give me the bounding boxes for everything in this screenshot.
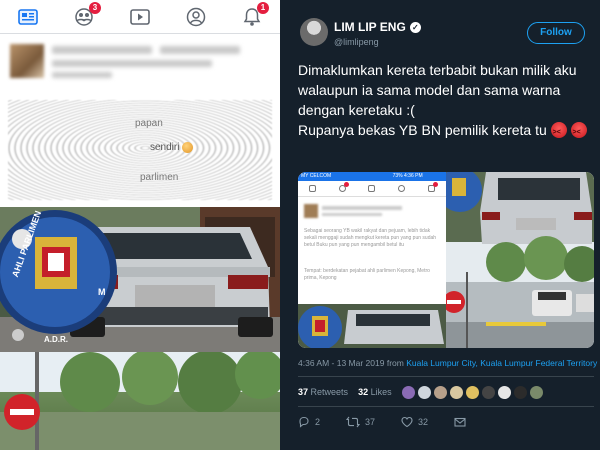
mini-bell-icon (427, 182, 438, 192)
mini-friends-icon (338, 182, 349, 192)
blurred-name (52, 46, 152, 54)
tweet-actions: 2 37 32 (298, 416, 498, 428)
mini-meta (322, 213, 382, 216)
tweet-text-line1: Dimaklumkan kereta terbabit bukan milik … (298, 62, 577, 118)
mini-avatar (304, 204, 318, 218)
author-avatar[interactable] (300, 18, 328, 46)
blurred-meta (52, 60, 212, 67)
mini-nav-bar (298, 181, 446, 197)
tweet-timestamp: 4:36 AM - 13 Mar 2019 from Kuala Lumpur … (298, 358, 598, 368)
angry-face-emoji-icon-2 (570, 122, 587, 143)
tweet-card: LIM LIP ENG ✓ @limlipeng Follow Dimaklumk… (280, 0, 600, 450)
liker-avatar[interactable] (497, 386, 511, 399)
news-feed-icon[interactable] (15, 4, 41, 30)
mini-watch-icon (368, 185, 376, 192)
facebook-screenshot: 3 1 papan sendiri parlimen AHLI PARLIMEN… (0, 0, 280, 450)
author-handle[interactable]: @limlipeng (334, 37, 379, 47)
mini-name (322, 206, 402, 210)
notifications-badge: 1 (257, 1, 269, 14)
mini-status-bar: MY CELCOM 73% 4:36 PM (298, 172, 446, 181)
liker-avatars (401, 386, 546, 399)
direct-message-button[interactable] (454, 416, 466, 428)
tweet-text-line2: Rupanya bekas YB BN pemilik kereta tu (298, 122, 547, 138)
media-phone-screenshot: MY CELCOM 73% 4:36 PM Sebagai seorang YB… (298, 172, 446, 348)
liker-avatar[interactable] (449, 386, 463, 399)
emoji-icon (182, 142, 194, 153)
obscured-post-text (8, 100, 272, 200)
blurred-name-2 (160, 46, 240, 54)
liker-avatar[interactable] (433, 386, 447, 399)
post-header (0, 36, 280, 96)
angry-face-emoji-icon (550, 122, 567, 143)
ghost-text-3: parlimen (140, 172, 179, 183)
reply-icon (299, 416, 309, 428)
tweet-media[interactable]: MY CELCOM 73% 4:36 PM Sebagai seorang YB… (298, 172, 594, 348)
mini-feed-icon (309, 185, 317, 192)
watch-icon[interactable] (127, 4, 153, 30)
blurred-date (52, 72, 112, 78)
ghost-text-1: papan (135, 118, 163, 129)
retweet-icon (346, 416, 361, 428)
notifications-bell-icon[interactable]: 1 (239, 1, 269, 30)
divider-2 (298, 406, 594, 407)
emblem-bottom-text: A.D.R. (44, 335, 68, 344)
ghost-text-2: sendiri (150, 142, 194, 153)
facebook-nav-bar: 3 1 (0, 0, 280, 34)
street-svg (0, 352, 280, 450)
car-photo-svg (0, 207, 280, 352)
tweet-location-link[interactable]: Kuala Lumpur City, Kuala Lumpur Federal … (406, 358, 597, 368)
blurred-avatar (10, 44, 44, 78)
mini-post-text-b: Tempat: berdekatan pejabat ahli parlimen… (304, 268, 430, 281)
liker-avatar[interactable] (513, 386, 527, 399)
friends-badge: 3 (89, 1, 101, 14)
author-name[interactable]: LIM LIP ENG ✓ (334, 20, 421, 34)
heart-icon (401, 416, 413, 428)
liker-avatar[interactable] (417, 386, 431, 399)
mini-post-text-a: Sebagai seorang YB wakil rakyat dan peju… (304, 228, 437, 248)
friends-icon[interactable]: 3 (71, 1, 101, 30)
liker-avatar[interactable] (401, 386, 415, 399)
envelope-icon (454, 417, 466, 427)
tweet-stats: 37 Retweets 32 Likes (298, 386, 546, 399)
follow-button[interactable]: Follow (527, 22, 585, 44)
media-street-photo (446, 172, 594, 348)
retweet-button[interactable]: 37 (346, 416, 375, 428)
retweets-stat[interactable]: 37 Retweets (298, 387, 348, 397)
profile-icon[interactable] (183, 4, 209, 30)
liker-avatar[interactable] (465, 386, 479, 399)
liker-avatar[interactable] (529, 386, 543, 399)
emblem-text-right: M (98, 287, 106, 297)
tweet-text: Dimaklumkan kereta terbabit bukan milik … (298, 60, 594, 143)
verified-badge-icon: ✓ (409, 22, 421, 34)
mini-car-photo (298, 304, 446, 348)
liker-avatar[interactable] (481, 386, 495, 399)
mini-profile-icon (398, 185, 406, 192)
street-photo (0, 352, 280, 450)
reply-button[interactable]: 2 (298, 416, 320, 428)
like-button[interactable]: 32 (401, 416, 428, 428)
likes-stat[interactable]: 32 Likes (358, 387, 392, 397)
car-photo: AHLI PARLIMEN M A.D.R. (0, 207, 280, 352)
divider-1 (298, 376, 594, 377)
